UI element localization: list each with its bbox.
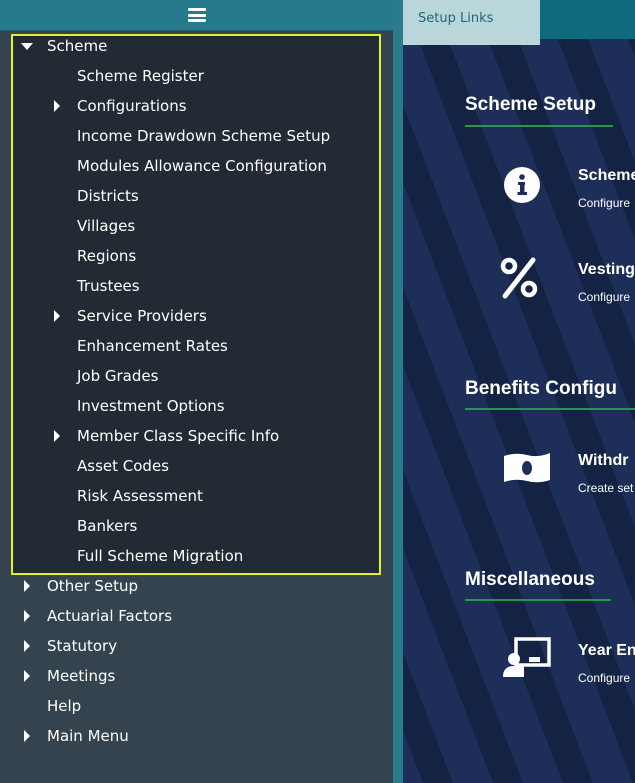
sidebar-item-other-setup[interactable]: Other Setup xyxy=(47,571,138,601)
sidebar-item-statutory[interactable]: Statutory xyxy=(47,631,117,661)
sidebar-subitem-member-class-specific-info[interactable]: Member Class Specific Info xyxy=(77,421,279,451)
caret-right-icon[interactable] xyxy=(24,730,30,742)
sidebar-header xyxy=(0,0,393,31)
sidebar-item-main-menu[interactable]: Main Menu xyxy=(47,721,129,751)
main-content: Setup Links Scheme Setup Scheme Configur… xyxy=(403,0,635,783)
caret-right-icon[interactable] xyxy=(54,100,60,112)
section-underline xyxy=(465,599,611,601)
sidebar-item-meetings[interactable]: Meetings xyxy=(47,661,115,691)
sidebar-subitem-income-drawdown-scheme-setup[interactable]: Income Drawdown Scheme Setup xyxy=(77,121,330,151)
hamburger-menu-icon[interactable] xyxy=(187,8,206,22)
caret-down-icon[interactable] xyxy=(21,43,33,50)
sidebar-subitem-job-grades[interactable]: Job Grades xyxy=(77,361,158,391)
sidebar-subitem-regions[interactable]: Regions xyxy=(77,241,136,271)
sidebar-subitem-risk-assessment[interactable]: Risk Assessment xyxy=(77,481,203,511)
sidebar-subitem-districts[interactable]: Districts xyxy=(77,181,139,211)
money-bill-icon[interactable] xyxy=(502,451,552,489)
sidebar-subitem-configurations[interactable]: Configurations xyxy=(77,91,187,121)
section-title-benefits-config: Benefits Configu xyxy=(465,378,617,399)
caret-right-icon[interactable] xyxy=(54,430,60,442)
caret-right-icon[interactable] xyxy=(24,610,30,622)
section-underline xyxy=(465,125,613,127)
sidebar-subitem-enhancement-rates[interactable]: Enhancement Rates xyxy=(77,331,228,361)
caret-right-icon[interactable] xyxy=(24,670,30,682)
sidebar-item-scheme[interactable]: Scheme xyxy=(47,31,107,61)
sidebar-nav: Scheme Scheme Register Configurations Incom… xyxy=(0,0,393,783)
section-underline xyxy=(465,408,635,410)
sidebar-subitem-full-scheme-migration[interactable]: Full Scheme Migration xyxy=(77,541,243,571)
panel-divider[interactable] xyxy=(393,0,403,783)
section-title-miscellaneous: Miscellaneous xyxy=(465,569,595,590)
link-title-scheme[interactable]: Scheme xyxy=(578,167,635,185)
percent-icon[interactable] xyxy=(500,257,540,303)
link-title-year-end[interactable]: Year En xyxy=(578,642,635,660)
tab-setup-links[interactable]: Setup Links xyxy=(403,0,540,45)
sidebar-subitem-scheme-register[interactable]: Scheme Register xyxy=(77,61,204,91)
sidebar-subitem-investment-options[interactable]: Investment Options xyxy=(77,391,225,421)
link-desc-vesting: Configure xyxy=(578,290,631,304)
link-desc-year-end: Configure xyxy=(578,671,631,685)
sidebar-subitem-villages[interactable]: Villages xyxy=(77,211,135,241)
sidebar-subitem-asset-codes[interactable]: Asset Codes xyxy=(77,451,169,481)
sidebar-subitem-modules-allowance-configuration[interactable]: Modules Allowance Configuration xyxy=(77,151,327,181)
section-title-scheme-setup: Scheme Setup xyxy=(465,94,596,115)
sidebar-subitem-bankers[interactable]: Bankers xyxy=(77,511,137,541)
link-title-withdrawals[interactable]: Withdr xyxy=(578,452,629,470)
sidebar-item-help[interactable]: Help xyxy=(47,691,81,721)
link-title-vesting[interactable]: Vesting xyxy=(578,261,635,279)
sidebar-subitem-trustees[interactable]: Trustees xyxy=(77,271,140,301)
caret-right-icon[interactable] xyxy=(24,580,30,592)
link-desc-scheme: Configure xyxy=(578,196,631,210)
caret-right-icon[interactable] xyxy=(54,310,60,322)
link-desc-withdrawals: Create set xyxy=(578,481,634,495)
info-circle-icon[interactable] xyxy=(503,166,541,208)
chalkboard-teacher-icon[interactable] xyxy=(502,637,552,683)
sidebar-subitem-service-providers[interactable]: Service Providers xyxy=(77,301,207,331)
caret-right-icon[interactable] xyxy=(24,640,30,652)
sidebar-item-actuarial-factors[interactable]: Actuarial Factors xyxy=(47,601,172,631)
